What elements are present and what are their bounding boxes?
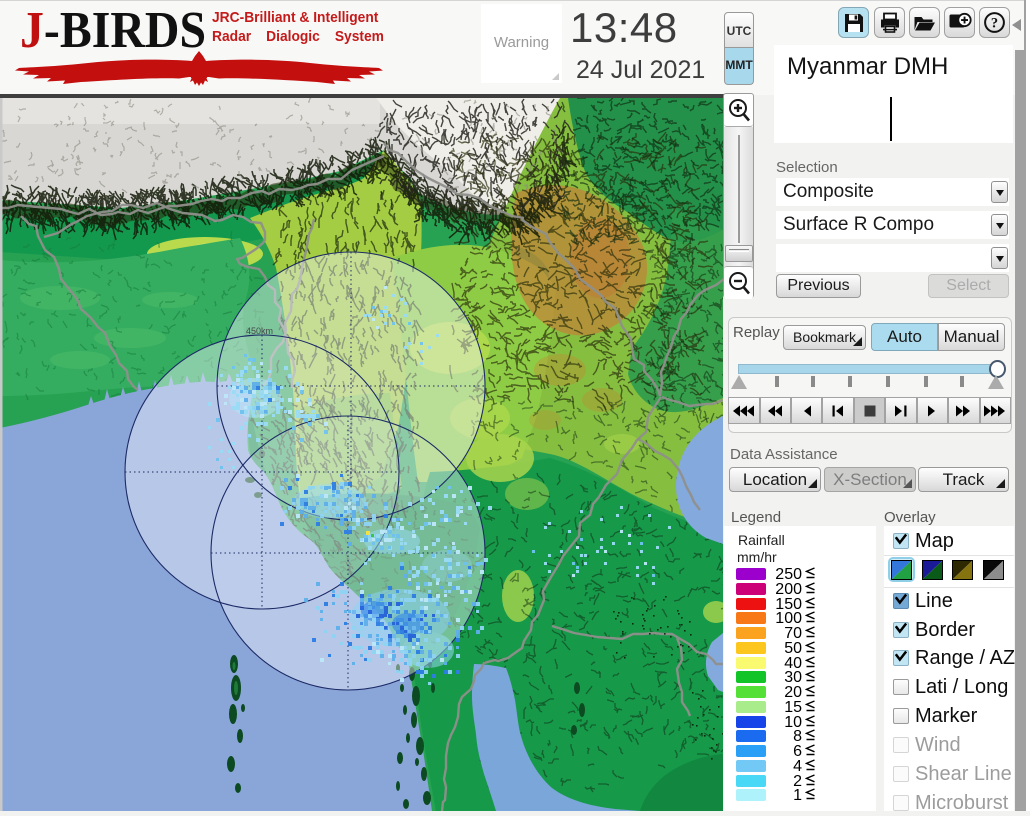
svg-text:?: ? <box>991 15 998 31</box>
svg-text:450km: 450km <box>246 326 273 336</box>
